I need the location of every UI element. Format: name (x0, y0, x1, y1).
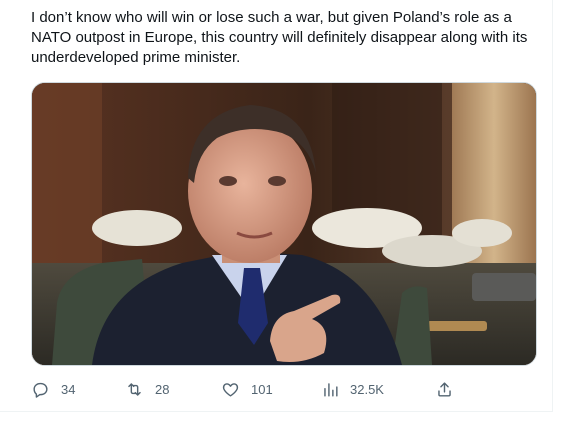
reply-icon (33, 382, 48, 398)
tweet-card[interactable]: I don’t know who will win or lose such a… (0, 0, 553, 412)
heart-icon (222, 382, 239, 397)
tweet-text: I don’t know who will win or lose such a… (31, 9, 528, 66)
reply-button[interactable]: 34 (31, 377, 75, 401)
retweet-count: 28 (155, 381, 170, 397)
photo-illustration (32, 83, 536, 365)
tweet-photo[interactable] (31, 82, 537, 366)
like-button[interactable]: 101 (221, 377, 273, 401)
views-icon (324, 382, 338, 397)
reply-count: 34 (61, 381, 76, 397)
retweet-button[interactable]: 28 (125, 377, 169, 401)
share-button[interactable] (435, 377, 454, 401)
tweet-actions-bar: 34 28 101 32.5K (31, 377, 541, 401)
views-button[interactable]: 32.5K (321, 377, 384, 401)
views-count: 32.5K (350, 381, 384, 397)
share-icon (438, 381, 451, 397)
like-count: 101 (251, 381, 273, 397)
retweet-icon (128, 382, 141, 396)
